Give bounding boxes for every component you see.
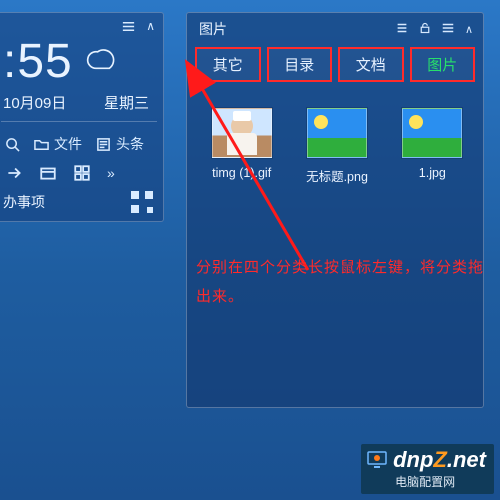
thumbnail <box>307 108 367 158</box>
search-icon <box>5 137 20 152</box>
tab-images[interactable]: 图片 <box>410 47 476 82</box>
file-name: timg (1).gif <box>203 166 280 180</box>
watermark: dnpZ.net 电脑配置网 <box>361 444 494 494</box>
panel-menu-icon[interactable] <box>441 21 455 38</box>
panel-titlebar: 图片 ∧ <box>187 13 483 43</box>
widget-iconbar: » <box>3 158 155 182</box>
annotation-text: 分别在四个分类长按鼠标左键，将分类拖 出来。 <box>196 254 486 311</box>
file-item[interactable]: 1.jpg <box>394 108 471 185</box>
file-item[interactable]: 无标题.png <box>298 108 375 185</box>
more-icon[interactable]: » <box>107 165 112 181</box>
watermark-z: Z <box>433 447 446 472</box>
thumbnail <box>402 108 462 158</box>
files-link[interactable]: 文件 <box>34 134 82 154</box>
files-label: 文件 <box>54 134 82 154</box>
news-icon <box>96 137 111 152</box>
category-tabs: 其它 目录 文档 图片 <box>187 43 483 90</box>
desktop-widget: ∧ :55 10月09日 星期三 文件 头条 » 办事项 <box>0 12 164 222</box>
images-panel: 图片 ∧ 其它 目录 文档 图片 timg (1).gif 无标题.png <box>186 12 484 408</box>
weekday-text: 星期三 <box>104 92 149 113</box>
search-link[interactable] <box>5 137 20 152</box>
folder-icon <box>34 137 49 152</box>
clock-time: :55 <box>3 38 73 86</box>
panel-title: 图片 <box>199 19 227 39</box>
weather-cloud-icon <box>81 40 121 85</box>
collapse-icon[interactable]: ∧ <box>146 19 155 34</box>
thumbnail <box>212 108 272 158</box>
watermark-domain: .net <box>447 447 486 472</box>
file-name: 1.jpg <box>394 166 471 180</box>
tab-documents[interactable]: 文档 <box>338 47 404 82</box>
headlines-label: 头条 <box>116 134 144 154</box>
annotation-line: 出来。 <box>196 283 486 312</box>
panel-collapse-icon[interactable]: ∧ <box>465 23 473 36</box>
divider <box>1 121 157 122</box>
qr-icon[interactable] <box>131 191 153 213</box>
menu-icon[interactable] <box>121 19 136 34</box>
list-view-icon[interactable] <box>395 21 409 38</box>
widget-row-links: 文件 头条 <box>3 130 155 158</box>
headlines-link[interactable]: 头条 <box>96 134 144 154</box>
annotation-line: 分别在四个分类长按鼠标左键，将分类拖 <box>196 254 486 283</box>
file-item[interactable]: timg (1).gif <box>203 108 280 185</box>
time-row: :55 <box>3 38 155 86</box>
lock-icon[interactable] <box>419 21 431 38</box>
tab-directory[interactable]: 目录 <box>267 47 333 82</box>
file-name: 无标题.png <box>298 166 375 185</box>
arrow-right-icon[interactable] <box>5 164 23 182</box>
watermark-cn: 电脑配置网 <box>395 473 486 490</box>
date-text: 10月09日 <box>3 92 66 113</box>
logo-icon <box>365 447 389 471</box>
tab-other[interactable]: 其它 <box>195 47 261 82</box>
panel-tools: ∧ <box>395 21 473 38</box>
grid-icon[interactable] <box>73 164 91 182</box>
date-row: 10月09日 星期三 <box>3 92 155 113</box>
box-icon[interactable] <box>39 164 57 182</box>
watermark-brand: dnp <box>393 447 433 472</box>
file-grid: timg (1).gif 无标题.png 1.jpg <box>187 90 483 185</box>
widget-topbar: ∧ <box>3 19 155 34</box>
